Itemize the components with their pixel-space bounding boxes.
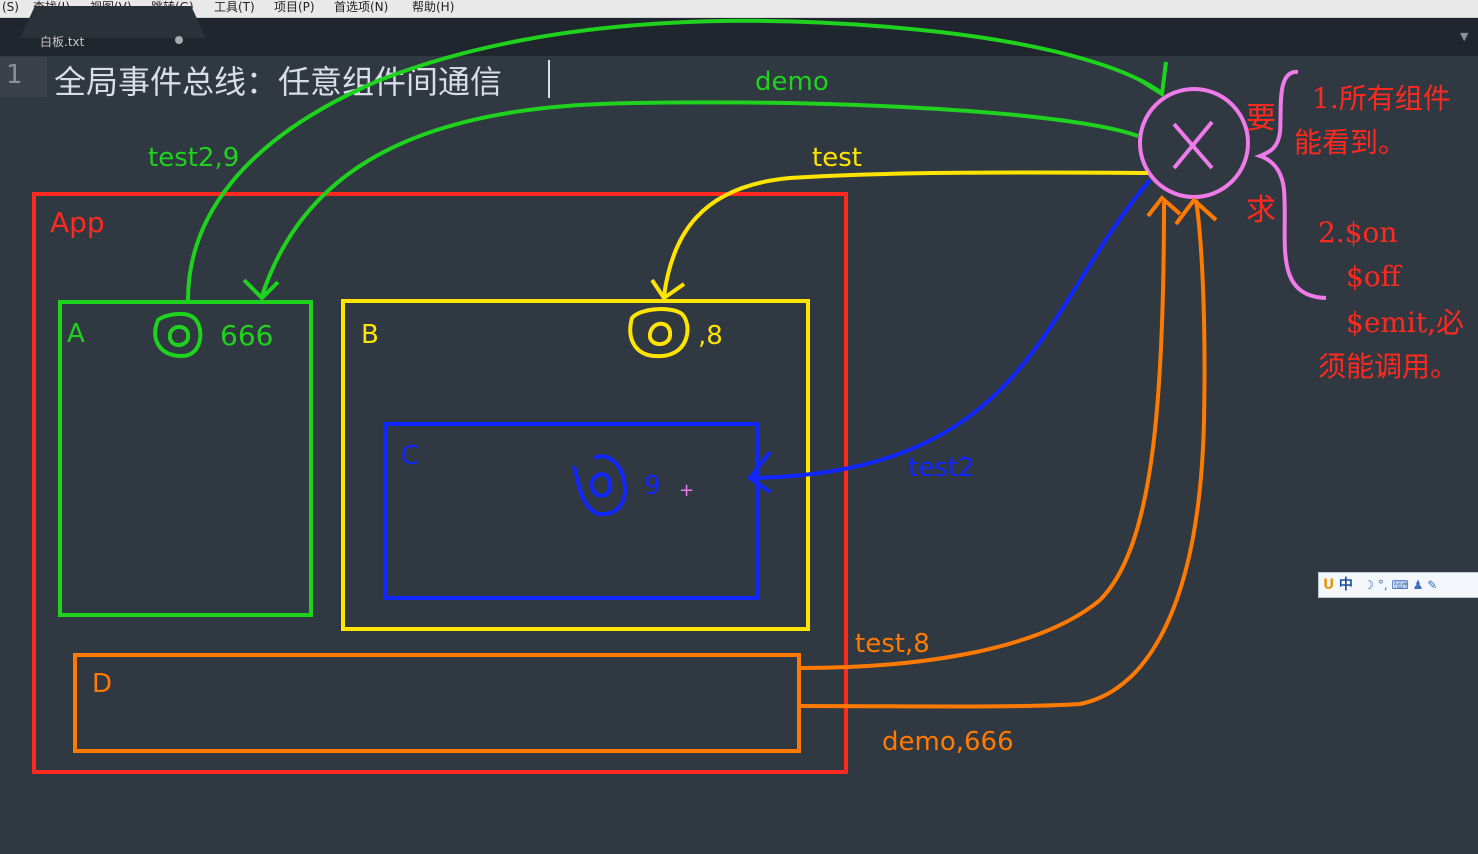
app-box — [32, 192, 848, 774]
requirement-1-line-1: 1.所有组件 — [1312, 82, 1451, 115]
requirement-yao: 要 — [1246, 101, 1276, 136]
edge-test-8-label: test,8 — [855, 629, 930, 659]
arrow-bus-to-b-test — [650, 170, 1149, 301]
b-marker-scribble — [628, 307, 690, 359]
edge-test2-label: test2 — [908, 453, 974, 483]
component-a-label: A — [67, 319, 85, 349]
requirement-2-line-2: $off — [1346, 260, 1403, 293]
ime-language-toggle[interactable]: 中 — [1339, 573, 1353, 597]
b-value-label: ,8 — [698, 321, 723, 351]
app-label: App — [50, 206, 105, 239]
arrow-d-to-bus-test-8 — [799, 195, 1182, 670]
component-c-box — [383, 422, 759, 600]
c-marker-scribble — [572, 454, 627, 517]
requirement-2-line-3: $emit,必 — [1346, 306, 1464, 339]
global-event-bus-node — [1138, 87, 1250, 199]
requirement-2-line-1: 2.$on — [1318, 216, 1397, 249]
component-c-label: C — [401, 441, 419, 471]
edge-test2-9-label: test2,9 — [148, 143, 239, 173]
a-marker-scribble — [153, 312, 203, 359]
requirement-1-line-2: 能看到。 — [1294, 126, 1406, 159]
component-b-label: B — [361, 320, 379, 350]
ime-logo-icon[interactable]: U — [1323, 573, 1334, 597]
ime-tools-icons[interactable]: ☽ °, ⌨ ♟ ✎ — [1363, 573, 1437, 597]
edge-demo-label: demo — [755, 67, 829, 97]
requirement-qiu: 求 — [1246, 193, 1276, 228]
edge-demo-666-label: demo,666 — [882, 727, 1014, 757]
ime-toolbar[interactable]: U 中 ☽ °, ⌨ ♟ ✎ — [1318, 572, 1478, 598]
a-value-label: 666 — [220, 319, 273, 352]
requirement-2-line-4: 须能调用。 — [1318, 350, 1458, 383]
component-d-box — [73, 653, 801, 753]
c-value-label: 9 — [644, 471, 661, 501]
arrow-a-to-bus-demo — [186, 18, 1168, 301]
arrow-bus-to-a-test2-9 — [242, 100, 1139, 301]
component-d-label: D — [92, 669, 112, 699]
edge-test-label: test — [812, 143, 862, 173]
mouse-crosshair-icon: + — [679, 480, 694, 501]
whiteboard-drawing: App A B C D 666 ,8 9 + demo test2,9 test — [32, 18, 1464, 774]
